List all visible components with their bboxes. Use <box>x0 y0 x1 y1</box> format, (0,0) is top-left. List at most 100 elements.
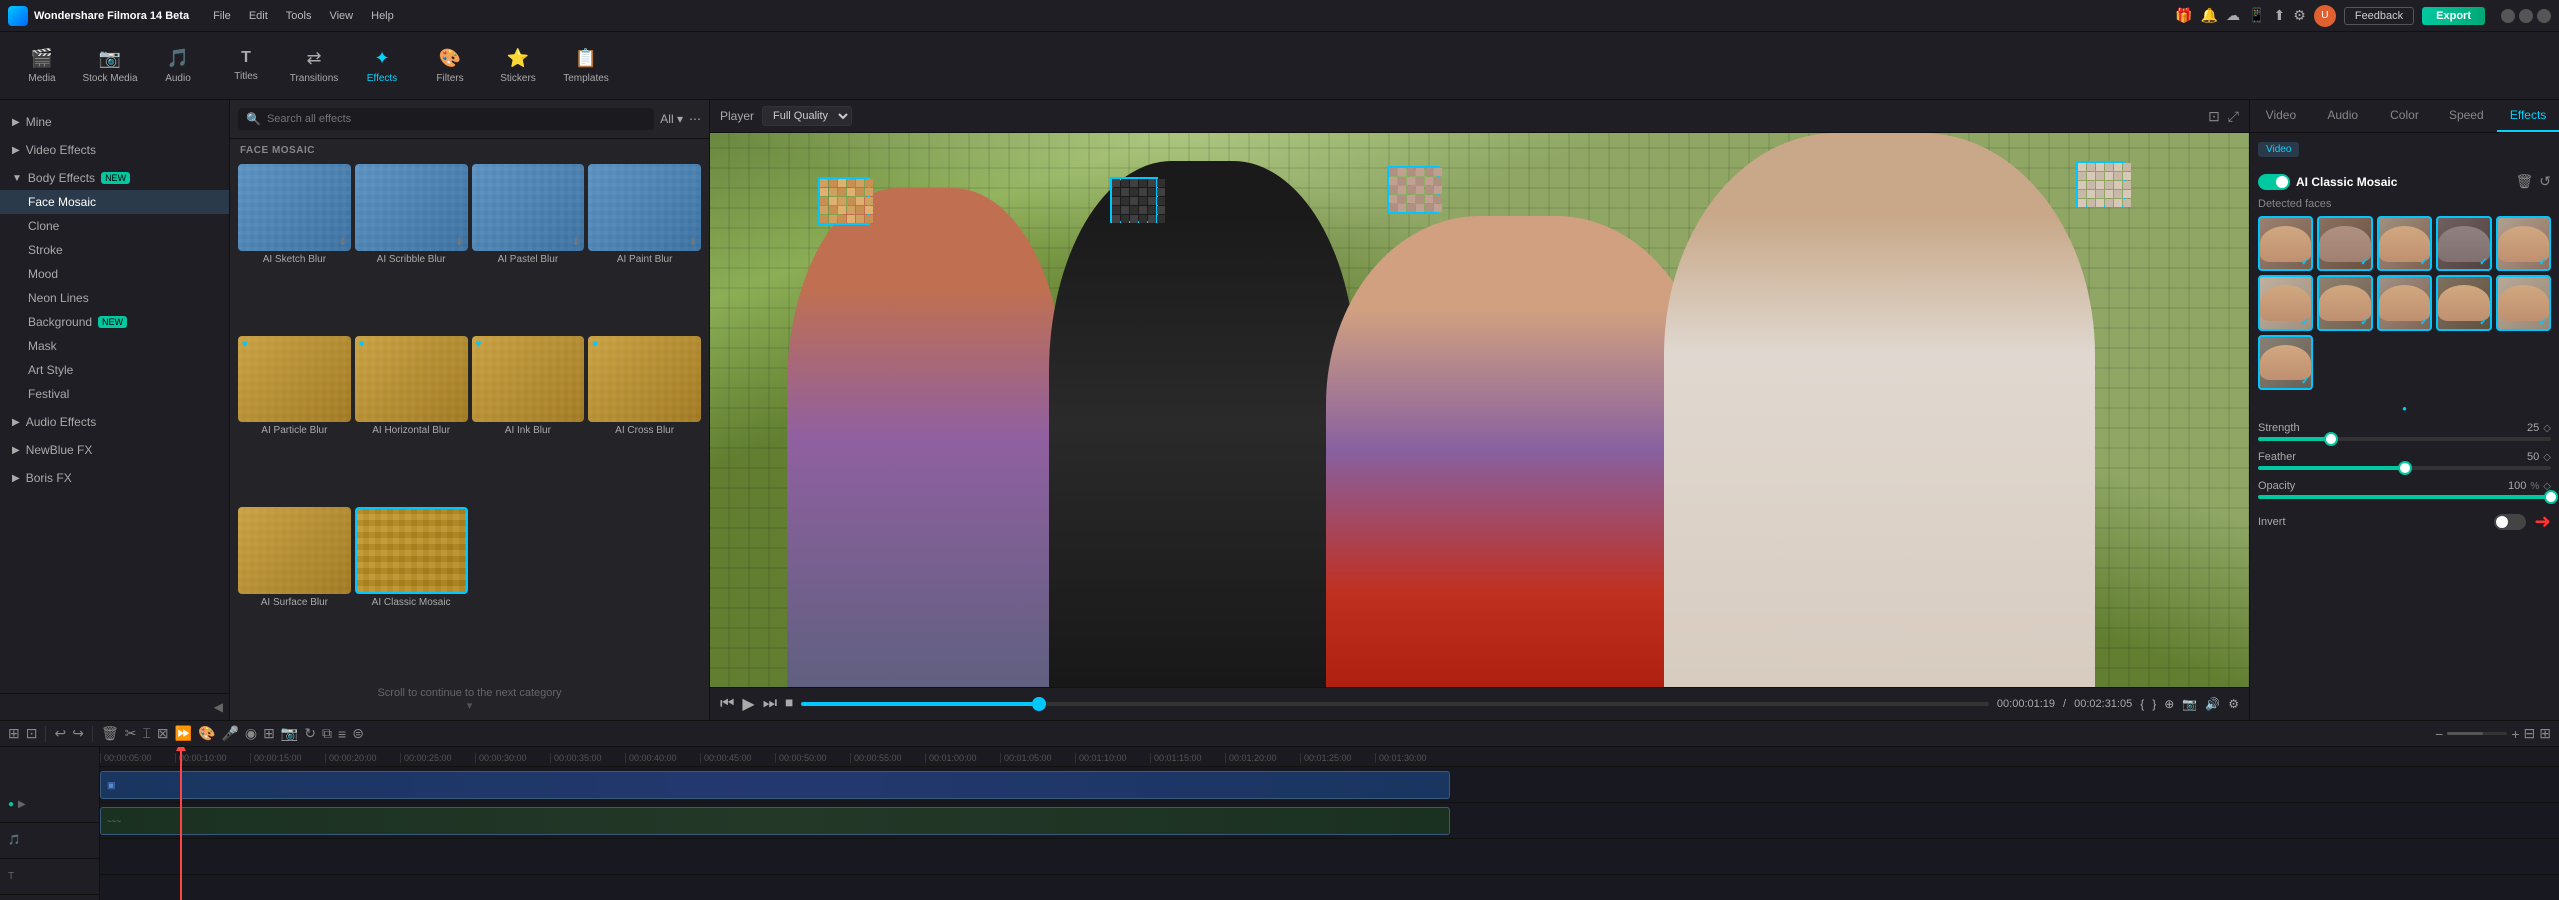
notification-icon[interactable]: 🔔 <box>2201 7 2218 24</box>
tl-auto-btn[interactable]: ⊜ <box>352 725 364 742</box>
search-input[interactable] <box>267 113 646 125</box>
menu-tools[interactable]: Tools <box>278 6 320 26</box>
tl-cut-button[interactable]: ✂ <box>125 725 137 742</box>
close-button[interactable] <box>2537 9 2551 23</box>
tl-speed-button[interactable]: ⏩ <box>175 725 192 742</box>
face-thumb-2[interactable] <box>2317 216 2372 271</box>
face-thumb-10[interactable] <box>2496 275 2551 330</box>
tl-paste-button[interactable]: ≡ <box>338 726 346 742</box>
tl-add-track-button[interactable]: ⊞ <box>8 725 20 742</box>
sidebar-item-background[interactable]: Background NEW <box>0 310 229 334</box>
toolbar-stickers[interactable]: ⭐ Stickers <box>484 36 552 96</box>
filter-all-button[interactable]: All ▾ <box>660 112 683 126</box>
nav-header-body-effects[interactable]: ▼ Body Effects NEW <box>0 166 229 190</box>
effect-item-ai-sketch-blur[interactable]: ⬇ AI Sketch Blur <box>238 164 351 332</box>
tl-zoom-in-button[interactable]: + <box>2511 726 2519 742</box>
nav-header-audio-effects[interactable]: ▶ Audio Effects <box>0 410 229 434</box>
face-thumb-5[interactable] <box>2496 216 2551 271</box>
tl-mosaic-button[interactable]: ⊞ <box>263 725 275 742</box>
face-thumb-6[interactable] <box>2258 275 2313 330</box>
strength-slider-track[interactable] <box>2258 437 2551 441</box>
effect-item-ai-paint-blur[interactable]: ⬇ AI Paint Blur <box>588 164 701 332</box>
effect-item-ai-ink-blur[interactable]: ♥ AI Ink Blur <box>472 336 585 504</box>
sidebar-item-mask[interactable]: Mask <box>0 334 229 358</box>
nav-header-video-effects[interactable]: ▶ Video Effects <box>0 138 229 162</box>
tl-fit-button[interactable]: ⊟ <box>2524 725 2536 742</box>
menu-file[interactable]: File <box>205 6 239 26</box>
tl-undo-button[interactable]: ↩ <box>54 725 66 742</box>
gift-icon[interactable]: 🎁 <box>2175 7 2192 24</box>
invert-toggle[interactable] <box>2494 514 2526 530</box>
tab-video[interactable]: Video <box>2250 100 2312 132</box>
effect-enable-toggle[interactable] <box>2258 174 2290 190</box>
effect-item-ai-pastel-blur[interactable]: ⬇ AI Pastel Blur <box>472 164 585 332</box>
progress-handle[interactable] <box>1032 697 1046 711</box>
cloud-icon[interactable]: ☁ <box>2226 7 2240 24</box>
effect-item-ai-particle-blur[interactable]: ♥ AI Particle Blur <box>238 336 351 504</box>
skip-forward-button[interactable]: ⏭ <box>763 695 777 713</box>
playhead[interactable] <box>180 747 182 900</box>
effect-delete-button[interactable]: 🗑 <box>2515 173 2533 190</box>
menu-view[interactable]: View <box>321 6 361 26</box>
sidebar-item-clone[interactable]: Clone <box>0 214 229 238</box>
feather-slider-track[interactable] <box>2258 466 2551 470</box>
account-avatar[interactable]: U <box>2314 5 2336 27</box>
quality-select[interactable]: Full Quality 1/2 Quality 1/4 Quality <box>762 106 852 126</box>
settings-icon[interactable]: ⚙ <box>2293 7 2306 24</box>
mark-out-button[interactable]: } <box>2152 697 2156 711</box>
tab-speed[interactable]: Speed <box>2435 100 2497 132</box>
audio-clip-1[interactable]: ~~~ <box>100 807 1450 835</box>
effect-item-ai-cross-blur[interactable]: ♥ AI Cross Blur <box>588 336 701 504</box>
tl-zoom-out-button[interactable]: − <box>2435 726 2443 742</box>
toolbar-stock-media[interactable]: 📷 Stock Media <box>76 36 144 96</box>
opacity-slider-track[interactable] <box>2258 495 2551 499</box>
effect-item-ai-classic-mosaic[interactable]: AI Classic Mosaic <box>355 507 468 675</box>
tl-copy-button[interactable]: ⧉ <box>322 725 332 742</box>
effect-reset-button[interactable]: ↺ <box>2539 173 2551 190</box>
face-thumb-1[interactable] <box>2258 216 2313 271</box>
face-thumb-11[interactable] <box>2258 335 2313 390</box>
stop-button[interactable]: ⏹ <box>785 695 793 713</box>
effect-item-ai-horizontal-blur[interactable]: ♥ AI Horizontal Blur <box>355 336 468 504</box>
sidebar-item-mood[interactable]: Mood <box>0 262 229 286</box>
tl-crop-button[interactable]: ⊠ <box>157 725 169 742</box>
video-clip-1[interactable]: ▣ <box>100 771 1450 799</box>
fullscreen-icon[interactable]: ⤢ <box>2228 108 2239 125</box>
face-thumb-8[interactable] <box>2377 275 2432 330</box>
play-button[interactable]: ▶ <box>742 694 754 714</box>
tl-stabilize-button[interactable]: ◉ <box>245 725 257 742</box>
toolbar-media[interactable]: 🎬 Media <box>8 36 76 96</box>
toolbar-titles[interactable]: T Titles <box>212 36 280 96</box>
export-button[interactable]: Export <box>2422 7 2485 25</box>
toolbar-effects[interactable]: ✦ Effects <box>348 36 416 96</box>
toolbar-templates[interactable]: 📋 Templates <box>552 36 620 96</box>
tl-snapshot-button[interactable]: 📷 <box>281 725 298 742</box>
skip-back-button[interactable]: ⏮ <box>720 695 734 713</box>
strength-slider-thumb[interactable] <box>2324 432 2338 446</box>
toolbar-audio[interactable]: 🎵 Audio <box>144 36 212 96</box>
sidebar-item-stroke[interactable]: Stroke <box>0 238 229 262</box>
tl-loop-button[interactable]: ↻ <box>304 725 316 742</box>
preview-volume-button[interactable]: 🔊 <box>2205 697 2220 711</box>
sub-tab-video[interactable]: Video <box>2258 142 2299 157</box>
effects-more-button[interactable]: ⋯ <box>689 112 701 126</box>
tl-voiceover-button[interactable]: 🎤 <box>221 725 238 742</box>
preview-snapshot-button[interactable]: 📷 <box>2182 697 2197 711</box>
nav-header-mine[interactable]: ▶ Mine <box>0 110 229 134</box>
minimize-button[interactable] <box>2501 9 2515 23</box>
face-thumb-7[interactable] <box>2317 275 2372 330</box>
sidebar-item-festival[interactable]: Festival <box>0 382 229 406</box>
feather-slider-thumb[interactable] <box>2398 461 2412 475</box>
add-to-timeline-button[interactable]: ⊕ <box>2164 697 2174 711</box>
tab-audio[interactable]: Audio <box>2312 100 2374 132</box>
opacity-slider-thumb[interactable] <box>2544 490 2558 504</box>
share-icon[interactable]: ⬆ <box>2274 7 2286 24</box>
toolbar-filters[interactable]: 🎨 Filters <box>416 36 484 96</box>
tl-delete-button[interactable]: 🗑 <box>101 725 119 742</box>
nav-header-newblue-fx[interactable]: ▶ NewBlue FX <box>0 438 229 462</box>
nav-header-boris-fx[interactable]: ▶ Boris FX <box>0 466 229 490</box>
feather-keyframe-icon[interactable]: ◇ <box>2543 452 2551 463</box>
tl-select-button[interactable]: ⊡ <box>26 725 38 742</box>
split-view-icon[interactable]: ⊡ <box>2208 108 2220 125</box>
preview-settings-button[interactable]: ⚙ <box>2228 697 2239 711</box>
